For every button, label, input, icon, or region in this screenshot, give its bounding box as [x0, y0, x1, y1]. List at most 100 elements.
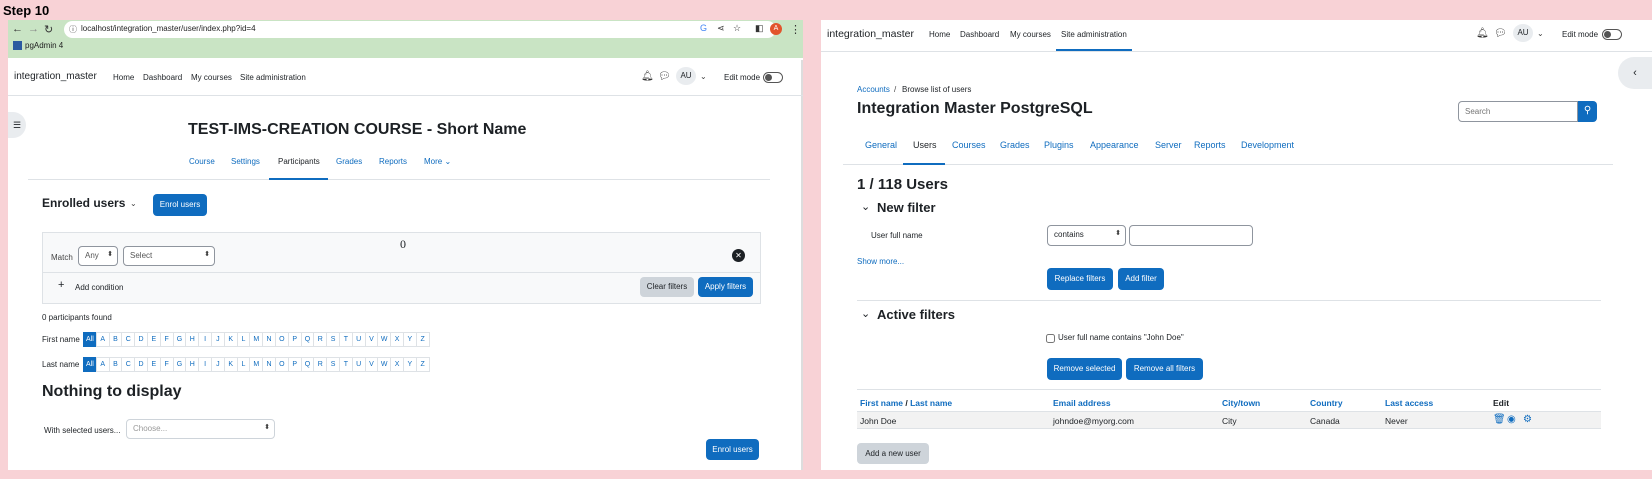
message-icon[interactable]: 💬︎: [658, 71, 671, 82]
last-name-initial[interactable]: M: [249, 357, 264, 372]
first-name-initial[interactable]: I: [198, 332, 212, 347]
bell-icon[interactable]: 🔔︎: [641, 71, 654, 82]
last-name-initial[interactable]: J: [210, 357, 225, 372]
last-name-initial[interactable]: H: [185, 357, 200, 372]
last-name-initial[interactable]: Z: [415, 357, 430, 372]
apply-filters-button[interactable]: Apply filters: [698, 277, 753, 297]
forward-icon[interactable]: →: [28, 23, 39, 35]
last-name-initial[interactable]: N: [262, 357, 276, 372]
chevron-down-icon[interactable]: ⌄: [700, 72, 707, 81]
active-filter-checkbox[interactable]: [1046, 334, 1055, 343]
edit-mode-toggle[interactable]: [763, 72, 783, 83]
nav-dashboard[interactable]: Dashboard: [960, 30, 999, 39]
match-select[interactable]: Any: [78, 246, 118, 266]
plus-icon[interactable]: +: [58, 279, 64, 291]
tab-server[interactable]: Server: [1155, 140, 1182, 150]
search-input[interactable]: [1458, 101, 1578, 122]
add-new-user-button[interactable]: Add a new user: [857, 443, 929, 464]
with-selected-select[interactable]: Choose...: [126, 419, 275, 439]
drawer-chevron-left-icon[interactable]: ‹: [1618, 57, 1652, 89]
site-name[interactable]: integration_master: [14, 71, 97, 82]
last-name-initial[interactable]: R: [313, 357, 328, 372]
first-name-initial[interactable]: S: [326, 332, 340, 347]
back-icon[interactable]: ←: [12, 23, 23, 35]
add-condition-link[interactable]: Add condition: [75, 283, 123, 292]
tab-general[interactable]: General: [865, 140, 897, 150]
last-name-initial[interactable]: P: [287, 357, 302, 372]
last-name-initial[interactable]: S: [326, 357, 340, 372]
first-name-initial[interactable]: U: [351, 332, 366, 347]
tab-appearance[interactable]: Appearance: [1090, 140, 1139, 150]
google-icon[interactable]: G: [700, 23, 707, 33]
tab-users[interactable]: Users: [913, 140, 937, 150]
sidepanel-icon[interactable]: ◧: [755, 23, 764, 34]
edit-mode-toggle[interactable]: [1602, 29, 1622, 40]
last-name-initial[interactable]: D: [134, 357, 148, 372]
header-first-name[interactable]: First name: [860, 398, 903, 408]
search-icon[interactable]: ⚲: [1578, 101, 1597, 122]
nav-site-admin[interactable]: Site administration: [1061, 30, 1127, 39]
bell-icon[interactable]: 🔔︎: [1476, 28, 1489, 39]
first-name-initial[interactable]: C: [121, 332, 136, 347]
show-more-link[interactable]: Show more...: [857, 257, 904, 266]
first-name-initial[interactable]: W: [377, 332, 392, 347]
last-name-initial[interactable]: K: [223, 357, 238, 372]
last-name-initial[interactable]: E: [146, 357, 161, 372]
replace-filters-button[interactable]: Replace filters: [1047, 268, 1113, 290]
tab-participants[interactable]: Participants: [278, 157, 320, 166]
condition-select[interactable]: Select: [123, 246, 215, 266]
avatar[interactable]: AU: [676, 67, 696, 85]
active-filters-heading[interactable]: Active filters: [877, 307, 955, 322]
last-name-initial[interactable]: A: [95, 357, 110, 372]
row-name[interactable]: John Doe: [860, 416, 896, 426]
last-name-initial[interactable]: All: [83, 357, 97, 372]
header-country[interactable]: Country: [1310, 398, 1343, 408]
first-name-initial[interactable]: Z: [415, 332, 430, 347]
message-icon[interactable]: 💬︎: [1494, 28, 1507, 39]
enrol-users-button[interactable]: Enrol users: [153, 194, 207, 216]
first-name-initial[interactable]: H: [185, 332, 200, 347]
last-name-initial[interactable]: Y: [402, 357, 417, 372]
first-name-initial[interactable]: J: [210, 332, 225, 347]
site-name[interactable]: integration_master: [827, 28, 914, 40]
add-filter-button[interactable]: Add filter: [1118, 268, 1164, 290]
last-name-initial[interactable]: W: [377, 357, 392, 372]
info-icon[interactable]: ⓘ: [69, 24, 77, 35]
first-name-initial[interactable]: Y: [402, 332, 417, 347]
bookmark-pgadmin[interactable]: pgAdmin 4: [13, 41, 63, 51]
gear-icon[interactable]: ⚙: [1523, 414, 1532, 425]
nav-site-admin[interactable]: Site administration: [240, 73, 306, 82]
header-city[interactable]: City/town: [1222, 398, 1260, 408]
avatar[interactable]: AU: [1513, 24, 1533, 42]
remove-selected-button[interactable]: Remove selected: [1047, 358, 1122, 380]
last-name-initial[interactable]: Q: [300, 357, 315, 372]
first-name-initial[interactable]: E: [146, 332, 161, 347]
first-name-initial[interactable]: O: [274, 332, 289, 347]
contains-select[interactable]: contains: [1047, 225, 1126, 246]
enrol-users-button-bottom[interactable]: Enrol users: [706, 439, 759, 460]
new-filter-heading[interactable]: New filter: [877, 200, 936, 215]
scrollbar[interactable]: [801, 60, 803, 470]
header-last-access[interactable]: Last access: [1385, 398, 1433, 408]
last-name-initial[interactable]: U: [351, 357, 366, 372]
first-name-initial[interactable]: F: [159, 332, 174, 347]
last-name-initial[interactable]: G: [172, 357, 187, 372]
remove-all-filters-button[interactable]: Remove all filters: [1126, 358, 1203, 380]
nav-my-courses[interactable]: My courses: [1010, 30, 1051, 39]
chevron-down-icon[interactable]: ⌄: [861, 307, 870, 320]
tab-settings[interactable]: Settings: [231, 157, 260, 166]
url-text[interactable]: localhost/integration_master/user/index.…: [81, 24, 256, 33]
reload-icon[interactable]: ↻: [44, 23, 53, 36]
first-name-initial[interactable]: L: [236, 332, 251, 347]
first-name-initial[interactable]: G: [172, 332, 187, 347]
first-name-initial[interactable]: K: [223, 332, 238, 347]
first-name-initial[interactable]: T: [338, 332, 353, 347]
clear-filters-button[interactable]: Clear filters: [640, 277, 694, 297]
nav-my-courses[interactable]: My courses: [191, 73, 232, 82]
last-name-initial[interactable]: F: [159, 357, 174, 372]
first-name-initial[interactable]: Q: [300, 332, 315, 347]
tab-plugins[interactable]: Plugins: [1044, 140, 1074, 150]
nav-home[interactable]: Home: [113, 73, 134, 82]
menu-icon[interactable]: ⋮: [790, 23, 801, 36]
first-name-initial[interactable]: M: [249, 332, 264, 347]
